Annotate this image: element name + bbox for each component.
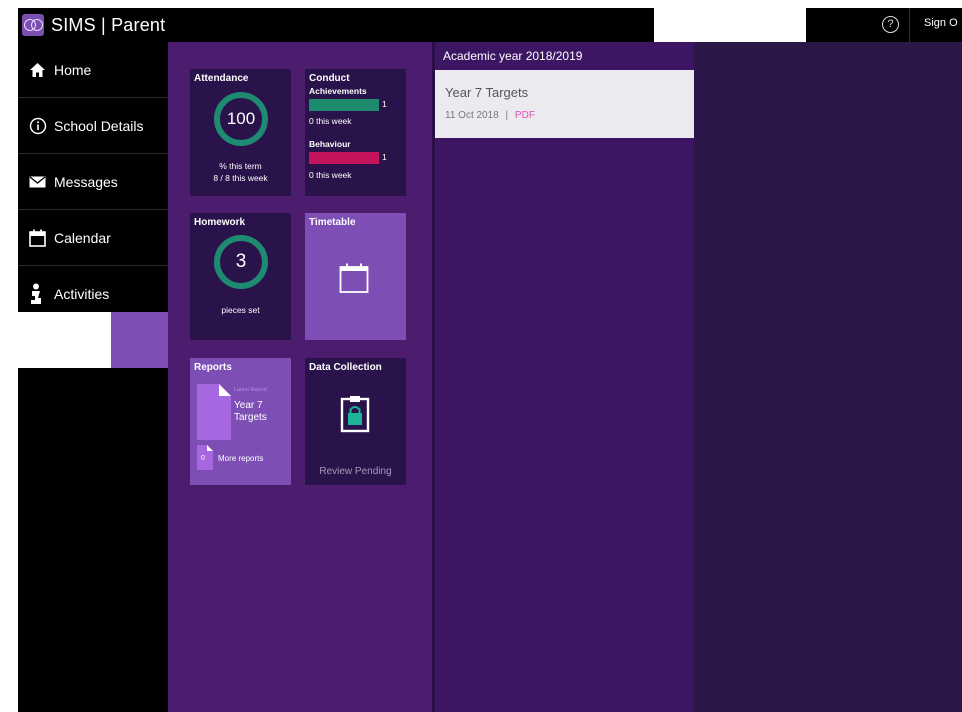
sidebar-item-label: School Details	[54, 117, 144, 134]
latest-report-label: Latest Report	[234, 387, 268, 393]
tile-title: Reports	[194, 362, 232, 373]
homework-value: 3	[235, 251, 247, 272]
sidebar-item-label: Activities	[54, 286, 110, 302]
activities-icon	[18, 283, 48, 305]
documents-panel: Academic year 2018/2019 Year 7 Targets 1…	[432, 42, 697, 712]
sidebar-item-messages[interactable]: Messages	[18, 154, 168, 210]
data-collection-status: Review Pending	[319, 466, 392, 477]
conduct-tile[interactable]: Conduct Achievements 1 0 this week Behav…	[305, 69, 406, 196]
sidebar-blank	[18, 312, 111, 368]
tile-title: Conduct	[309, 73, 350, 84]
app-title: SIMS | Parent	[51, 14, 166, 35]
top-bar: SIMS | Parent ? Sign O	[18, 8, 962, 42]
sims-logo-icon	[22, 14, 44, 36]
divider	[909, 8, 910, 42]
home-icon	[18, 62, 48, 78]
sidebar-selected-indicator	[111, 312, 168, 368]
sign-out-link[interactable]: Sign O	[924, 17, 958, 29]
academic-year-title: Academic year 2018/2019	[443, 49, 583, 63]
latest-report-name: Year 7 Targets	[234, 400, 267, 423]
achievements-week: 0 this week	[309, 116, 352, 126]
homework-caption: pieces set	[221, 305, 260, 315]
more-reports-count: 0	[201, 455, 205, 462]
document-card[interactable]: Year 7 Targets 11 Oct 2018 | PDF	[435, 70, 697, 138]
help-icon[interactable]: ?	[882, 16, 899, 33]
sidebar-item-calendar[interactable]: Calendar	[18, 210, 168, 266]
reports-tile[interactable]: Reports Latest Report Year 7 Targets 0 M…	[190, 358, 291, 485]
attendance-week-label: 8 / 8 this week	[213, 173, 268, 183]
sidebar-item-label: Calendar	[54, 229, 111, 246]
document-separator: |	[505, 110, 509, 121]
app-frame: SIMS | Parent ? Sign O Home School Detai…	[18, 0, 962, 712]
sidebar-item-school-details[interactable]: School Details	[18, 98, 168, 154]
clipboard-lock-icon	[340, 395, 370, 438]
achievements-bar	[309, 99, 379, 111]
calendar-icon	[18, 229, 48, 247]
tile-title: Attendance	[194, 73, 249, 84]
document-icon	[197, 384, 231, 445]
tile-title: Timetable	[309, 217, 356, 228]
content-panel	[694, 42, 962, 712]
more-reports-link[interactable]: More reports	[218, 454, 263, 463]
behaviour-count: 1	[382, 152, 387, 162]
behaviour-label: Behaviour	[309, 139, 351, 149]
achievements-label: Achievements	[309, 86, 367, 96]
homework-ring: 3	[214, 235, 268, 289]
attendance-term-label: % this term	[219, 161, 262, 171]
small-document-icon	[197, 445, 213, 475]
envelope-icon	[18, 175, 48, 188]
sidebar: Home School Details Messages Calendar Ac…	[18, 42, 168, 712]
achievements-count: 1	[382, 99, 387, 109]
top-bar-blank	[654, 8, 806, 42]
attendance-tile[interactable]: Attendance 100 % this term 8 / 8 this we…	[190, 69, 291, 196]
behaviour-week: 0 this week	[309, 170, 352, 180]
attendance-value: 100	[226, 109, 256, 128]
document-date: 11 Oct 2018	[445, 110, 499, 121]
timetable-tile[interactable]: Timetable	[305, 213, 406, 340]
pdf-link[interactable]: PDF	[515, 110, 535, 121]
attendance-ring: 100	[214, 92, 268, 146]
homework-tile[interactable]: Homework 3 pieces set	[190, 213, 291, 340]
calendar-icon	[339, 262, 369, 299]
document-title: Year 7 Targets	[445, 85, 529, 100]
tile-title: Homework	[194, 217, 246, 228]
document-meta: 11 Oct 2018 | PDF	[445, 110, 535, 121]
info-icon	[18, 117, 48, 135]
behaviour-bar	[309, 152, 379, 164]
sidebar-item-label: Messages	[54, 173, 118, 190]
data-collection-tile[interactable]: Data Collection Review Pending	[305, 358, 406, 485]
brand[interactable]: SIMS | Parent	[18, 8, 165, 42]
tile-title: Data Collection	[309, 362, 382, 373]
sidebar-item-home[interactable]: Home	[18, 42, 168, 98]
dashboard-panel: Attendance 100 % this term 8 / 8 this we…	[168, 42, 432, 712]
sidebar-item-label: Home	[54, 61, 92, 78]
